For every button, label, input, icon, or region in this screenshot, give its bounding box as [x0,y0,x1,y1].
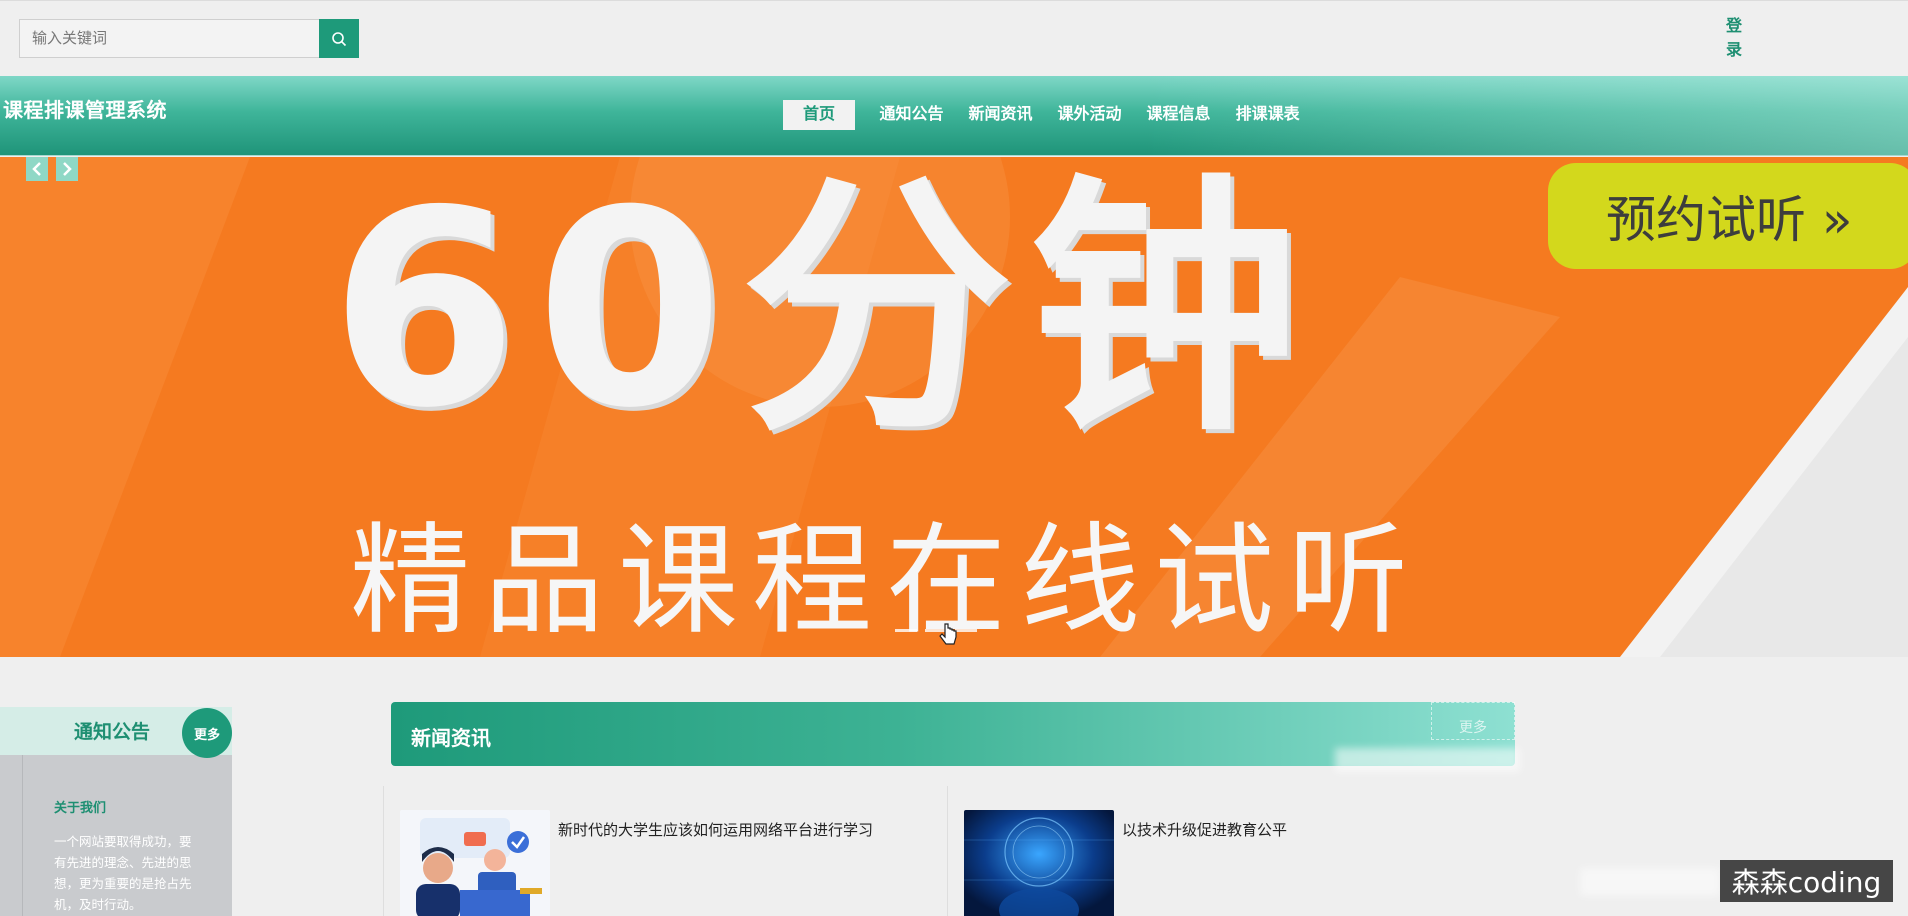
login-link[interactable]: 登录 [1725,15,1743,63]
carousel-dot[interactable] [895,629,917,632]
banner-headline: 60分钟 [330,157,1318,467]
about-title[interactable]: 关于我们 [54,797,106,816]
blur-overlay [1335,748,1520,772]
site-title: 课程排课管理系统 [3,100,167,122]
notice-title: 通知公告 [74,722,151,743]
banner-cta-button[interactable]: 预约试听 » [1548,163,1908,269]
carousel-indicators [895,629,977,632]
divider [947,786,948,916]
carousel-next-button[interactable] [56,157,78,181]
news-item[interactable]: 以技术升级促进教育公平 [947,786,1507,916]
nav-item-courses[interactable]: 课程信息 [1134,100,1223,130]
nav-item-timetable[interactable]: 排课课表 [1223,100,1312,130]
watermark: 森森coding [1720,860,1893,902]
blur-overlay [1580,868,1720,896]
nav-item-news[interactable]: 新闻资讯 [956,100,1045,130]
news-title: 新闻资讯 [411,728,491,750]
search-bar [19,19,359,58]
news-item-title[interactable]: 以技术升级促进教育公平 [1122,819,1287,840]
chevron-right-icon [63,162,72,176]
news-item[interactable]: 新时代的大学生应该如何运用网络平台进行学习 [383,786,943,916]
banner-carousel[interactable]: 60分钟 精品课程在线试听 预约试听 » [0,157,1908,657]
nav-item-home[interactable]: 首页 [783,100,855,130]
news-more-button[interactable]: 更多 [1431,702,1515,740]
nav-menu: 首页 通知公告 新闻资讯 课外活动 课程信息 排课课表 [783,100,1312,130]
about-text: 一个网站要取得成功，要有先进的理念、先进的思想，更为重要的是抢占先机，及时行动。 [54,835,192,912]
carousel-prev-button[interactable] [26,157,48,181]
news-item-title[interactable]: 新时代的大学生应该如何运用网络平台进行学习 [558,819,873,840]
carousel-dot[interactable] [955,629,977,632]
notice-more-button[interactable]: 更多 [182,708,232,758]
nav-item-notice[interactable]: 通知公告 [867,100,956,130]
top-bar: 登录 [0,0,1908,76]
search-button[interactable] [319,19,359,58]
notice-panel: 关于我们 一个网站要取得成功，要有先进的理念、先进的思想，更为重要的是抢占先机，… [0,755,232,916]
news-thumbnail [964,810,1114,916]
search-input[interactable] [19,19,319,58]
news-thumbnail [400,810,550,916]
main-navbar: 课程排课管理系统 首页 通知公告 新闻资讯 课外活动 课程信息 排课课表 [0,76,1908,156]
banner-subline: 精品课程在线试听 [350,512,1422,651]
search-icon [332,31,347,46]
chevron-left-icon [32,162,41,176]
divider [383,786,384,916]
nav-item-activities[interactable]: 课外活动 [1045,100,1134,130]
mouse-cursor-icon [939,623,957,645]
